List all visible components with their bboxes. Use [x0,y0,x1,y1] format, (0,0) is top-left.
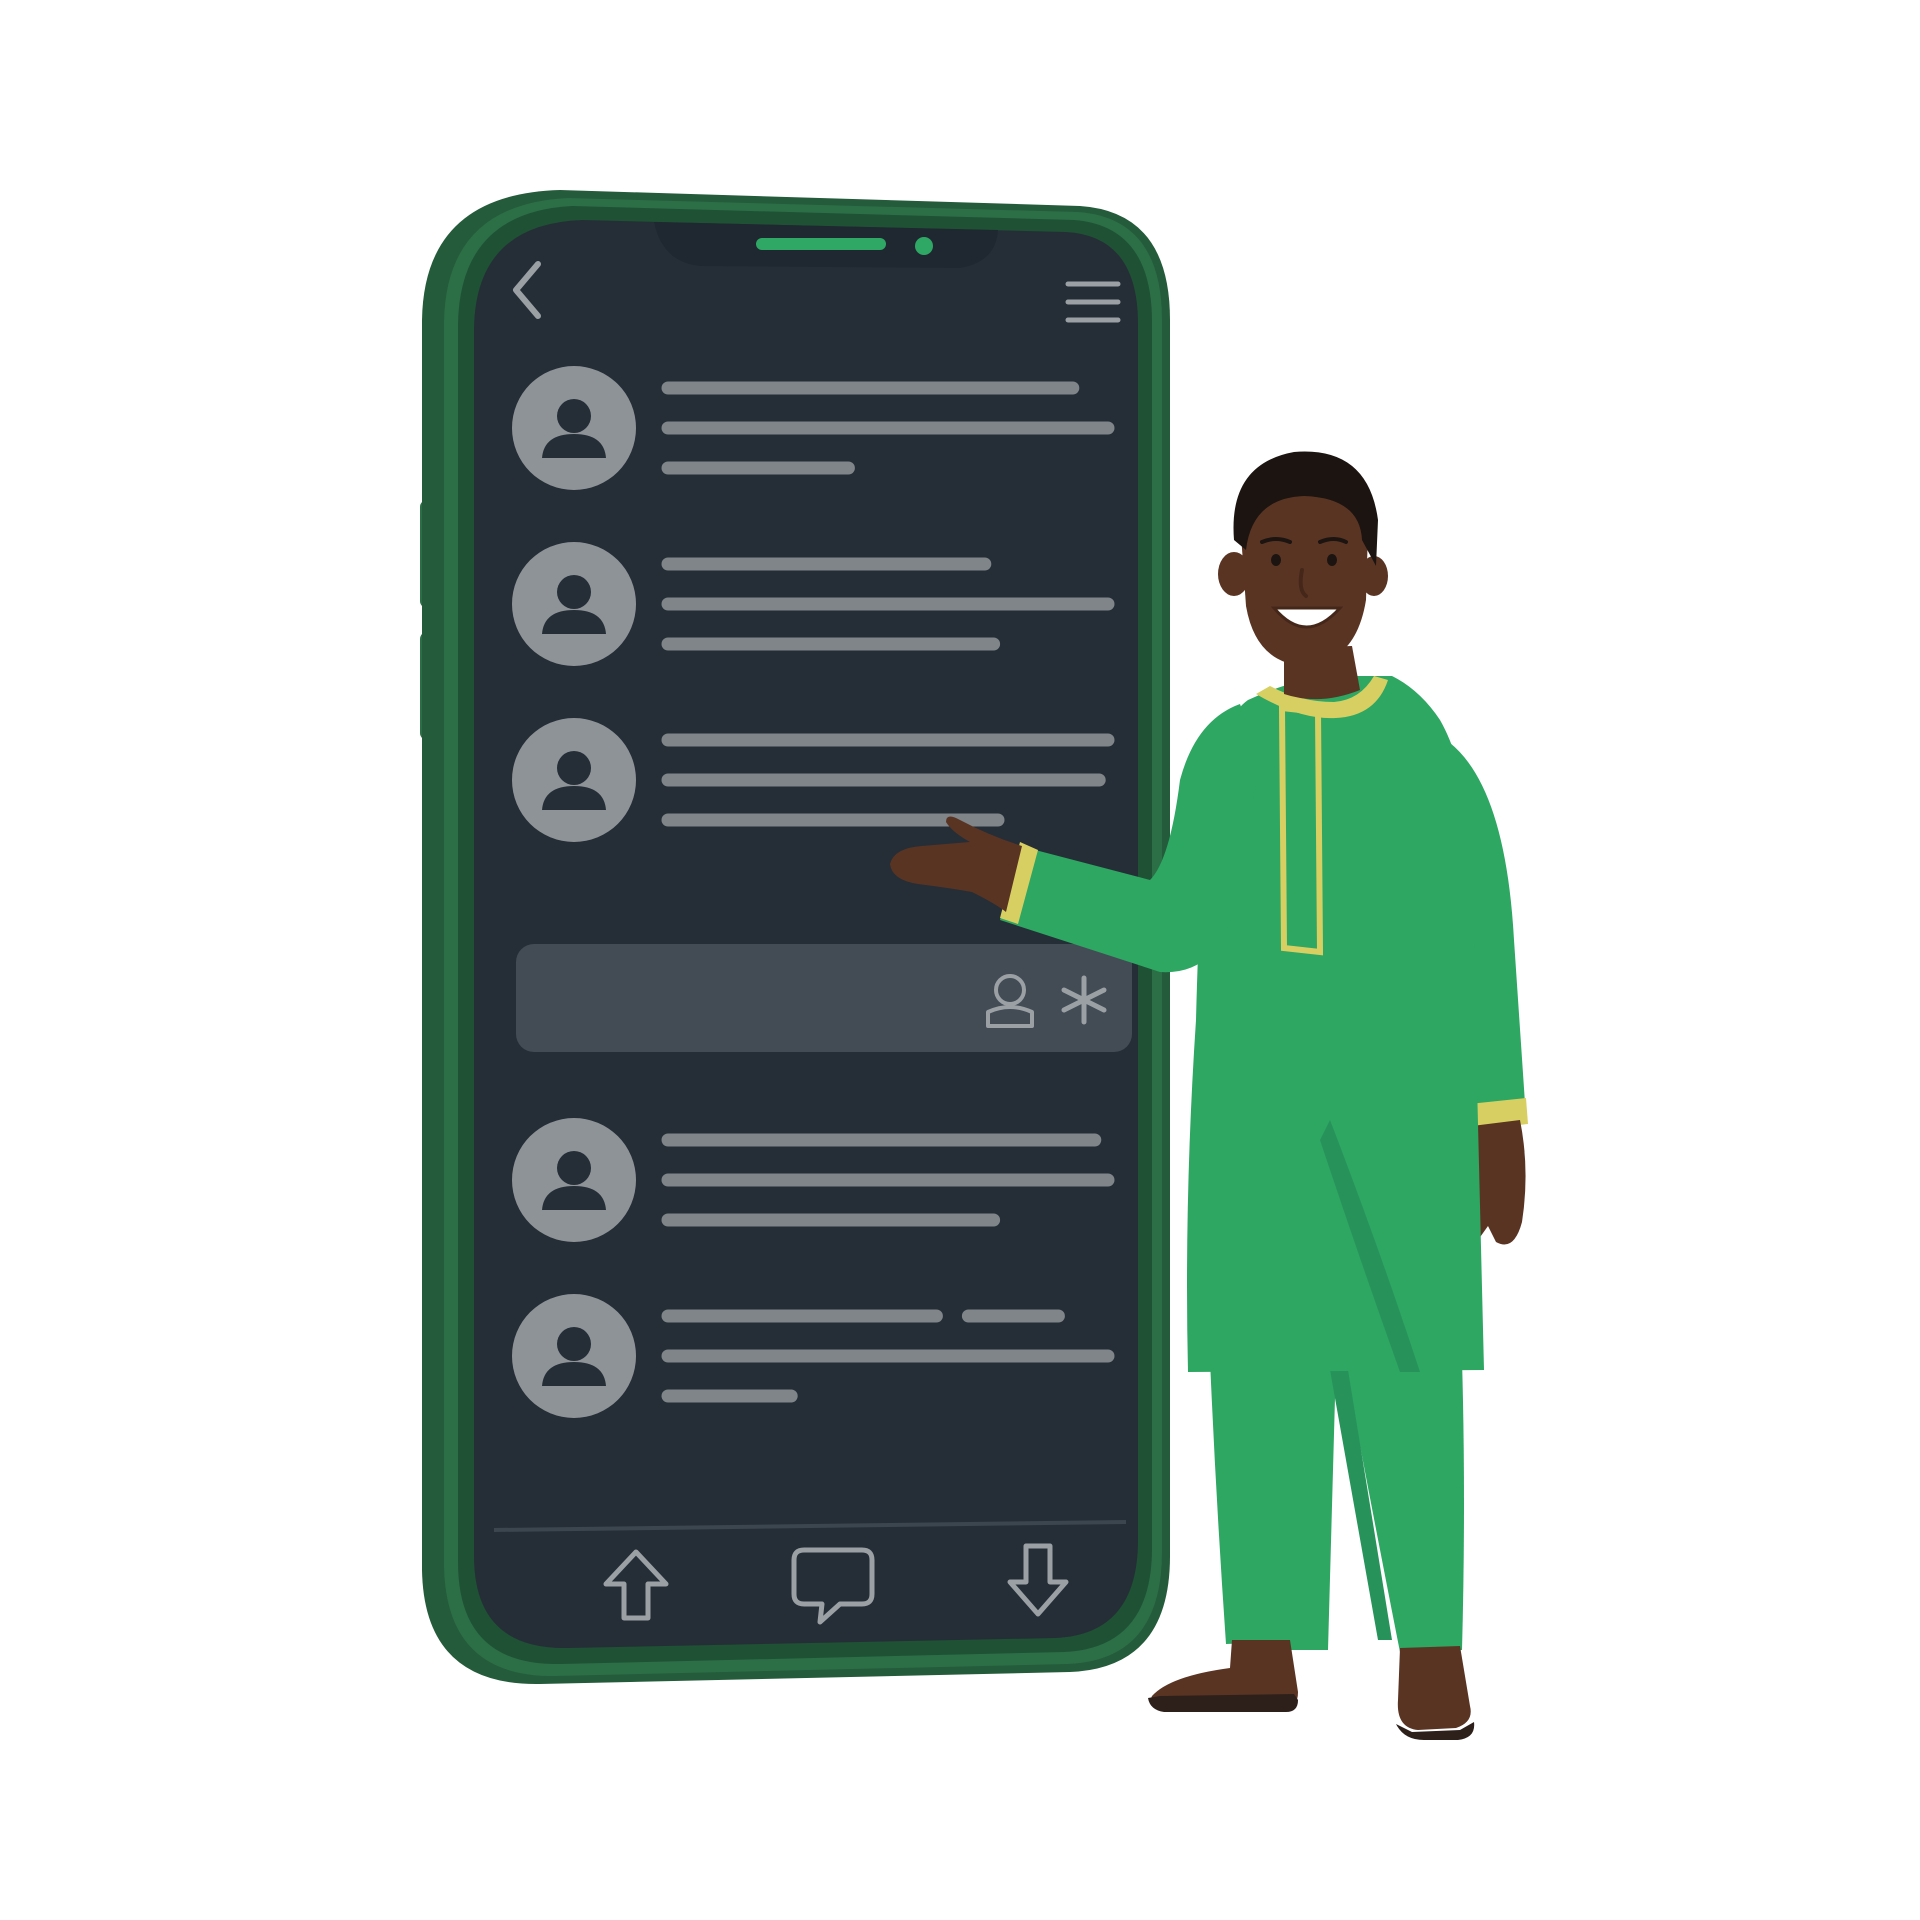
person-shoe-left [1148,1694,1298,1712]
phone-speaker [756,238,886,250]
person-pants-left [1210,1360,1336,1650]
person-eye-left [1271,554,1281,566]
search-bar-background [516,944,1132,1052]
phone-camera [915,237,933,255]
user-avatar-icon [512,718,636,842]
user-avatar-icon [512,366,636,490]
search-bar[interactable] [516,944,1132,1052]
person-eye-right [1327,554,1337,566]
user-avatar-icon [512,1294,636,1418]
user-avatar-icon [512,542,636,666]
user-avatar-icon [512,1118,636,1242]
person-head [1218,451,1388,666]
illustration-scene [420,190,1528,1740]
person-foot-right [1397,1646,1471,1730]
